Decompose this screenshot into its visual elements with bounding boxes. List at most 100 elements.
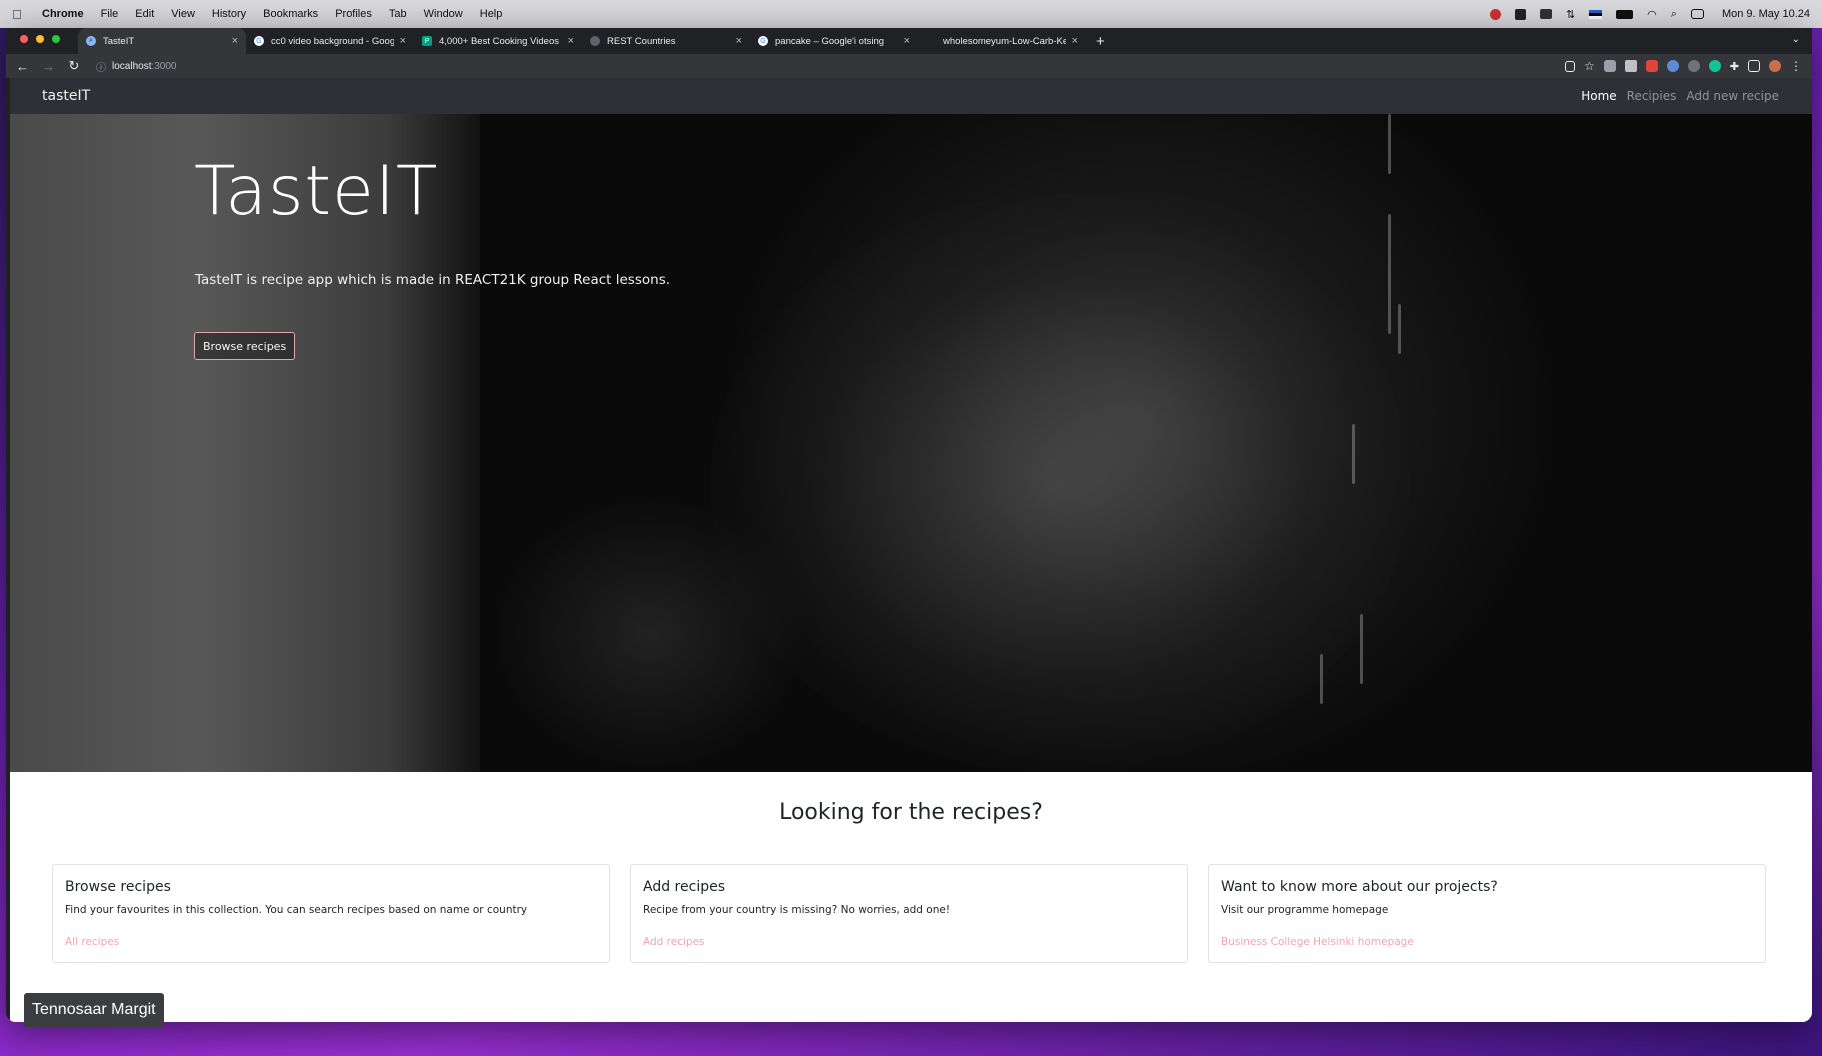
reload-icon[interactable]: ↻ (68, 58, 80, 74)
menu-help[interactable]: Help (480, 8, 503, 20)
tab-wholesomeyum[interactable]: wholesomeyum-Low-Carb-Ke × (918, 28, 1086, 54)
url-port: :3000 (151, 60, 177, 72)
menu-history[interactable]: History (212, 8, 246, 20)
hero-bg-smoke (710, 194, 1410, 772)
sidebar-toggle-icon[interactable] (1748, 60, 1760, 72)
grammarly-icon[interactable] (1708, 60, 1721, 72)
card-projects: Want to know more about our projects? Vi… (1208, 864, 1766, 963)
all-recipes-link[interactable]: All recipes (65, 936, 119, 948)
puzzle-extensions-icon[interactable]: ✚ (1730, 60, 1739, 73)
status-tray-icon[interactable] (1539, 9, 1552, 19)
bookmark-star-icon[interactable]: ☆ (1584, 59, 1595, 73)
card-text: Find your favourites in this collection.… (65, 904, 528, 916)
card-text: Recipe from your country is missing? No … (643, 904, 951, 916)
tab-title: wholesomeyum-Low-Carb-Ke (943, 35, 1066, 47)
profile-avatar[interactable] (1769, 60, 1781, 72)
address-bar[interactable]: ⓘ localhost:3000 (94, 56, 1552, 76)
menu-file[interactable]: File (101, 8, 119, 20)
extensions-bar: ☆ ✚ ⋮ (1565, 59, 1802, 73)
extension-camera-icon[interactable] (1624, 60, 1637, 72)
status-app-icon[interactable] (1514, 8, 1526, 20)
card-title: Add recipes (643, 879, 725, 895)
extension-doc-icon[interactable] (1603, 60, 1616, 72)
browser-toolbar: ← → ↻ ⓘ localhost:3000 ☆ ✚ ⋮ (6, 54, 1812, 78)
tab-cooking-videos[interactable]: P 4,000+ Best Cooking Videos · × (414, 28, 582, 54)
hero-bg-streak (1352, 424, 1355, 484)
close-window-button[interactable] (20, 35, 28, 43)
menu-app-name[interactable]: Chrome (42, 8, 84, 20)
tab-pancake-search[interactable]: G pancake – Google'i otsing × (750, 28, 918, 54)
creative-cloud-icon[interactable] (1489, 8, 1501, 20)
section-heading: Looking for the recipes? (779, 800, 1043, 825)
extension-red-icon[interactable] (1645, 60, 1658, 72)
tab-search-chevron-icon[interactable]: ⌄ (1792, 34, 1800, 45)
nav-add-recipe-link[interactable]: Add new recipe (1686, 89, 1779, 103)
forward-arrow-icon[interactable]: → (42, 59, 55, 74)
google-favicon-icon: G (758, 36, 768, 46)
status-transfer-icon[interactable]: ⇅ (1566, 8, 1575, 21)
hero-title: TasteIT (194, 152, 439, 231)
menu-view[interactable]: View (171, 8, 195, 20)
card-text: Visit our programme homepage (1221, 904, 1389, 916)
menubar-clock[interactable]: Mon 9. May 10.24 (1722, 8, 1810, 20)
new-tab-button[interactable]: + (1096, 28, 1105, 54)
close-tab-icon[interactable]: × (568, 35, 574, 47)
participant-name-badge: Tennosaar Margit (24, 993, 164, 1027)
menu-bookmarks[interactable]: Bookmarks (263, 8, 318, 20)
close-tab-icon[interactable]: × (232, 35, 238, 47)
browser-window: ⌕ TasteIT × G cc0 video background - Goo… (6, 28, 1812, 1022)
apple-icon[interactable]:  (12, 7, 26, 22)
search-icon[interactable]: ⌕ (1671, 8, 1677, 20)
nav-recipes-link[interactable]: Recipies (1627, 89, 1677, 103)
share-icon[interactable] (1565, 60, 1576, 72)
hero-bg-streak (1320, 654, 1323, 704)
extension-blue-icon[interactable] (1666, 60, 1679, 72)
window-controls (20, 35, 60, 43)
menu-profiles[interactable]: Profiles (335, 8, 372, 20)
wifi-icon[interactable]: ◠ (1647, 8, 1657, 21)
hero-bg-streak (1398, 304, 1401, 354)
site-nav-links: Home Recipies Add new recipe (1581, 89, 1779, 103)
tab-strip: ⌕ TasteIT × G cc0 video background - Goo… (6, 28, 1812, 54)
browser-menu-icon[interactable]: ⋮ (1790, 59, 1802, 73)
close-tab-icon[interactable]: × (1072, 35, 1078, 47)
menu-tab[interactable]: Tab (389, 8, 407, 20)
tab-rest-countries[interactable]: REST Countries × (582, 28, 750, 54)
close-tab-icon[interactable]: × (736, 35, 742, 47)
close-tab-icon[interactable]: × (400, 35, 406, 47)
hero-video-background: TasteIT TasteIT is recipe app which is m… (10, 114, 1812, 772)
page-favicon-icon (926, 36, 936, 46)
battery-icon[interactable] (1616, 9, 1634, 19)
control-center-icon[interactable] (1690, 9, 1704, 19)
tab-title: TasteIT (103, 35, 135, 47)
hero-bg-streak (1388, 114, 1391, 174)
fullscreen-window-button[interactable] (52, 35, 60, 43)
card-title: Want to know more about our projects? (1221, 879, 1498, 895)
extension-gray-icon[interactable] (1687, 60, 1700, 72)
minimize-window-button[interactable] (36, 35, 44, 43)
menu-edit[interactable]: Edit (135, 8, 154, 20)
card-title: Browse recipes (65, 879, 171, 895)
site-info-icon[interactable]: ⓘ (96, 59, 106, 74)
back-arrow-icon[interactable]: ← (16, 59, 29, 74)
browse-recipes-button[interactable]: Browse recipes (194, 332, 296, 360)
tab-tasteit[interactable]: ⌕ TasteIT × (78, 28, 246, 54)
google-favicon-icon: G (254, 36, 264, 46)
close-tab-icon[interactable]: × (904, 35, 910, 47)
hero-description: TasteIT is recipe app which is made in R… (195, 272, 671, 288)
homepage-link[interactable]: Business College Helsinki homepage (1221, 936, 1414, 948)
menu-window[interactable]: Window (424, 8, 463, 20)
flag-icon[interactable] (1589, 9, 1603, 19)
card-browse-recipes: Browse recipes Find your favourites in t… (52, 864, 610, 963)
tab-title: cc0 video background - Googl (271, 35, 394, 47)
globe-favicon-icon (590, 36, 600, 46)
site-brand[interactable]: tasteIT (42, 88, 90, 104)
hero-bg-smoke (490, 494, 810, 772)
url-host: localhost (112, 60, 152, 72)
tabs: ⌕ TasteIT × G cc0 video background - Goo… (78, 28, 1105, 54)
pexels-favicon-icon: P (422, 36, 432, 46)
add-recipes-link[interactable]: Add recipes (643, 936, 705, 948)
nav-home-link[interactable]: Home (1581, 89, 1616, 103)
tab-title: 4,000+ Best Cooking Videos · (439, 35, 562, 47)
tab-google-cc0[interactable]: G cc0 video background - Googl × (246, 28, 414, 54)
